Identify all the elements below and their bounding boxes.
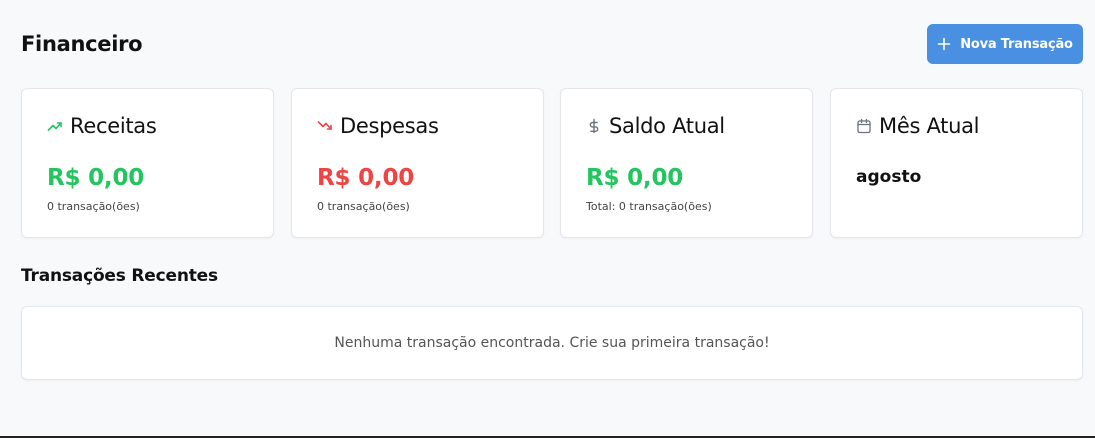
expense-card-title: Despesas (340, 114, 439, 138)
expense-card-header: Despesas (317, 114, 439, 138)
income-card-header: Receitas (47, 114, 157, 138)
calendar-icon (856, 118, 872, 134)
income-count: 0 transação(ões) (47, 200, 140, 213)
month-card: Mês Atual agosto (830, 88, 1083, 238)
month-card-header: Mês Atual (856, 114, 980, 138)
balance-card: Saldo Atual R$ 0,00 Total: 0 transação(õ… (560, 88, 813, 238)
income-card: Receitas R$ 0,00 0 transação(ões) (21, 88, 274, 238)
balance-total-count: Total: 0 transação(ões) (586, 200, 712, 213)
recent-transactions-list: Nenhuma transação encontrada. Crie sua p… (21, 306, 1083, 380)
page-title: Financeiro (21, 32, 143, 56)
balance-card-title: Saldo Atual (609, 114, 725, 138)
empty-state-message: Nenhuma transação encontrada. Crie sua p… (334, 335, 770, 351)
new-transaction-label: Nova Transação (960, 36, 1073, 52)
month-card-title: Mês Atual (879, 114, 980, 138)
balance-card-header: Saldo Atual (586, 114, 725, 138)
expense-card: Despesas R$ 0,00 0 transação(ões) (291, 88, 544, 238)
summary-cards: Receitas R$ 0,00 0 transação(ões) Despes… (21, 88, 1083, 238)
dollar-icon (586, 118, 602, 134)
current-month-value: agosto (856, 167, 922, 187)
income-card-title: Receitas (70, 114, 157, 138)
balance-amount: R$ 0,00 (586, 165, 684, 191)
expense-count: 0 transação(ões) (317, 200, 410, 213)
recent-transactions-title: Transações Recentes (21, 266, 218, 286)
plus-icon (937, 37, 951, 51)
income-amount: R$ 0,00 (47, 165, 145, 191)
new-transaction-button[interactable]: Nova Transação (927, 24, 1083, 64)
page-header: Financeiro Nova Transação (21, 24, 1083, 64)
expense-amount: R$ 0,00 (317, 165, 415, 191)
trending-down-icon (317, 118, 333, 134)
trending-up-icon (47, 118, 63, 134)
